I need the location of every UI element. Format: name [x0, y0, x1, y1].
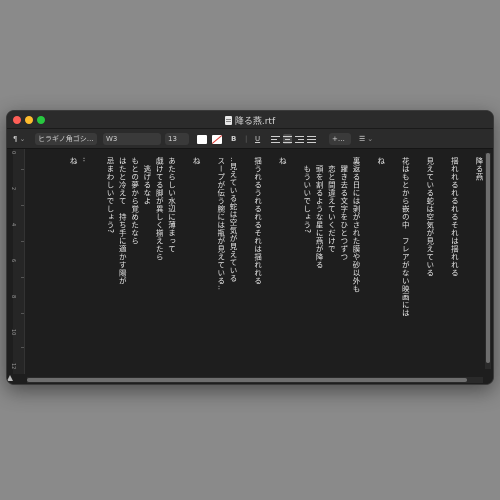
ruler-tick	[21, 347, 24, 348]
document-area[interactable]: 0 2 4 6 8 10 12 降る燕 揺れれるれるれるそれは揺れれる 見えている蛇…	[7, 149, 493, 384]
chevron-down-icon: ⌄	[367, 135, 374, 143]
bold-button[interactable]: B	[231, 133, 236, 145]
text-line: ね	[192, 157, 202, 165]
align-center-button[interactable]	[283, 134, 292, 144]
list-icon: ☰	[359, 135, 366, 143]
text-line: 恋と間違えていくだけで	[327, 157, 337, 253]
ruler-number: 6	[10, 259, 16, 263]
ruler-number: 8	[10, 295, 16, 299]
ruler-number: 10	[10, 329, 16, 336]
vertical-ruler[interactable]: 0 2 4 6 8 10 12	[10, 149, 25, 374]
text-line: 躍き去る文字をひとつずつ	[339, 157, 349, 261]
text-line: 戯けてる脚が異しく揃えたら	[155, 157, 165, 261]
window-title: 降る燕.rtf	[234, 117, 276, 127]
text-line: ね	[278, 157, 288, 165]
paragraph-icon: ¶	[13, 135, 18, 143]
highlight-color-swatch[interactable]	[212, 135, 222, 144]
ruler-tick	[21, 313, 24, 314]
text-line: ね	[69, 157, 79, 165]
chevron-down-icon: ⌄	[19, 135, 26, 143]
text-line: 頭を割るような星に燕が降る	[315, 157, 325, 269]
ruler-tick	[21, 205, 24, 206]
text-line: 逃げるなよ	[142, 157, 152, 205]
text-line: 見えている蛇は空気が見えている	[425, 157, 435, 277]
ruler-margin-marker[interactable]	[7, 375, 13, 381]
font-style-value: W3	[106, 135, 118, 143]
text-line: ね	[376, 157, 386, 165]
text-line: 裏返る日には剥がされた膜や砂以外も	[352, 157, 361, 293]
ruler-number: 4	[10, 223, 16, 227]
line-spacing-select[interactable]: +…	[329, 133, 351, 145]
font-size-select[interactable]: 13	[165, 133, 189, 145]
document-icon	[224, 116, 232, 125]
horizontal-scroll-thumb[interactable]	[27, 378, 467, 382]
justify-button[interactable]	[307, 134, 316, 144]
title-bar[interactable]: 降る燕.rtf	[7, 111, 493, 129]
text-line: ‥見えている蛇は空気が見えている	[229, 157, 238, 283]
ruler-tick	[21, 277, 24, 278]
vertical-scrollbar[interactable]	[485, 153, 491, 369]
italic-button[interactable]: |	[245, 133, 247, 145]
horizontal-scrollbar[interactable]	[27, 377, 483, 383]
text-line: 花はもとから嵌の中 フレアがない映画には	[401, 157, 411, 317]
textedit-window: 降る燕.rtf ¶ ⌄ ヒラギノ角ゴシ… W3 13 B | U +… ☰ ⌄ 0 …	[6, 110, 494, 385]
text-line: もういいでしょう?	[302, 157, 312, 234]
ruler-number: 12	[10, 363, 16, 370]
format-toolbar: ¶ ⌄ ヒラギノ角ゴシ… W3 13 B | U +… ☰ ⌄	[7, 129, 493, 149]
align-left-button[interactable]	[271, 134, 280, 144]
text-line: あたらしい水辺に薄まって	[167, 157, 177, 253]
ruler-number: 0	[10, 151, 16, 155]
list-style-button[interactable]: ☰ ⌄	[359, 133, 373, 145]
ruler-number: 2	[10, 187, 16, 191]
paragraph-style-button[interactable]: ¶ ⌄	[13, 133, 25, 145]
ruler-tick	[21, 169, 24, 170]
font-size-value: 13	[168, 135, 177, 143]
text-line: ‥	[81, 157, 91, 163]
text-line: はたと冷えて 持ち手に適かす陽が	[118, 157, 128, 285]
ruler-tick	[21, 241, 24, 242]
underline-button[interactable]: U	[255, 133, 260, 145]
text-line: もとの夢から覚めたなら	[130, 157, 140, 245]
text-line: 揺れれるれるれるそれは揺れれる	[450, 157, 460, 277]
font-family-select[interactable]: ヒラギノ角ゴシ…	[35, 133, 97, 145]
text-line: スープが伝う腕には瓶が見えている‥	[216, 157, 226, 291]
vertical-scroll-thumb[interactable]	[486, 153, 490, 363]
align-right-button[interactable]	[295, 134, 304, 144]
text-line: 忌まわしいでしょう?	[106, 157, 115, 234]
font-family-value: ヒラギノ角ゴシ…	[38, 135, 94, 143]
window-title-group: 降る燕.rtf	[7, 114, 493, 127]
font-style-select[interactable]: W3	[103, 133, 161, 145]
line-spacing-value: +…	[332, 135, 345, 143]
text-line: 揺うれるうれるれるそれは揺れれる	[253, 157, 263, 285]
document-text[interactable]: 降る燕 揺れれるれるれるそれは揺れれる 見えている蛇は空気が見えている 花はもとから嵌…	[27, 149, 485, 374]
text-line: 降る燕	[475, 157, 484, 181]
text-color-swatch[interactable]	[197, 135, 207, 144]
